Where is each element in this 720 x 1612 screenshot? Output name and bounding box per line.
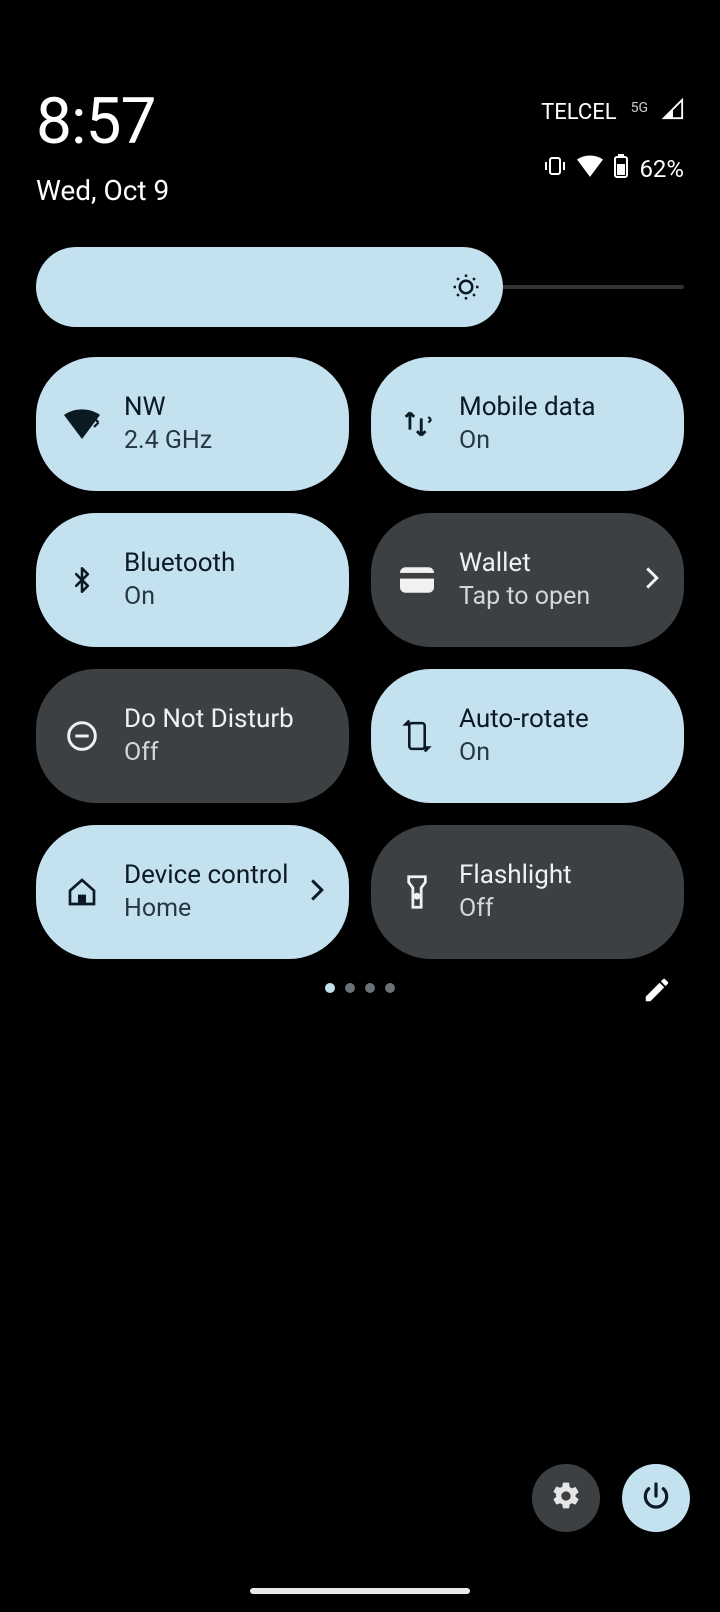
- wifi-status-icon: [577, 155, 603, 183]
- clock-time[interactable]: 8:57: [36, 90, 169, 154]
- tile-title: Wallet: [459, 548, 624, 579]
- settings-button[interactable]: [532, 1464, 600, 1532]
- battery-icon: [613, 154, 629, 184]
- page-dot: [345, 983, 355, 993]
- tile-dnd[interactable]: Do Not Disturb Off: [36, 669, 349, 803]
- power-icon: [640, 1480, 672, 1516]
- status-icons-row: 62%: [543, 154, 684, 184]
- tile-wallet[interactable]: Wallet Tap to open: [371, 513, 684, 647]
- tile-subtitle: On: [459, 738, 660, 768]
- clock-date[interactable]: Wed, Oct 9: [36, 174, 169, 207]
- tile-title: NW: [124, 392, 325, 423]
- brightness-fill: [36, 247, 503, 327]
- status-right: TELCEL 5G 62%: [541, 90, 684, 207]
- quick-settings-grid: NW 2.4 GHz Mobile data On Bluetooth On: [36, 357, 684, 959]
- tile-subtitle: Tap to open: [459, 582, 624, 612]
- tile-title: Auto-rotate: [459, 704, 660, 735]
- brightness-slider[interactable]: [36, 247, 684, 327]
- tile-subtitle: Off: [459, 894, 660, 924]
- home-icon: [60, 876, 104, 908]
- tile-title: Bluetooth: [124, 548, 325, 579]
- dnd-icon: [60, 720, 104, 752]
- status-header: 8:57 Wed, Oct 9 TELCEL 5G 62%: [0, 0, 720, 207]
- vibrate-icon: [543, 154, 567, 184]
- power-button[interactable]: [622, 1464, 690, 1532]
- edit-tiles-button[interactable]: [642, 975, 672, 1009]
- status-left: 8:57 Wed, Oct 9: [36, 90, 169, 207]
- wifi-icon: [60, 409, 104, 439]
- page-dots[interactable]: [325, 983, 395, 993]
- carrier-row: TELCEL 5G: [541, 98, 684, 126]
- flashlight-icon: [395, 874, 439, 910]
- tile-subtitle: 2.4 GHz: [124, 426, 325, 456]
- mobile-data-icon: [395, 407, 439, 441]
- chevron-right-icon: [309, 878, 325, 906]
- tile-title: Mobile data: [459, 392, 660, 423]
- tile-mobile-data[interactable]: Mobile data On: [371, 357, 684, 491]
- tile-flashlight[interactable]: Flashlight Off: [371, 825, 684, 959]
- bluetooth-icon: [60, 562, 104, 598]
- tile-subtitle: On: [124, 582, 325, 612]
- page-dot: [325, 983, 335, 993]
- pagination-row: [0, 983, 720, 1023]
- battery-percent: 62%: [639, 155, 684, 183]
- tile-subtitle: Off: [124, 738, 325, 768]
- tile-bluetooth[interactable]: Bluetooth On: [36, 513, 349, 647]
- tile-title: Do Not Disturb: [124, 704, 325, 735]
- bottom-actions: [532, 1464, 690, 1532]
- tile-autorotate[interactable]: Auto-rotate On: [371, 669, 684, 803]
- gear-icon: [550, 1480, 582, 1516]
- navigation-bar-handle[interactable]: [250, 1588, 470, 1594]
- page-dot: [365, 983, 375, 993]
- tile-device-controls[interactable]: Device control Home: [36, 825, 349, 959]
- tile-title: Device control: [124, 860, 289, 891]
- tile-subtitle: On: [459, 426, 660, 456]
- page-dot: [385, 983, 395, 993]
- network-type: 5G: [631, 100, 648, 116]
- wallet-icon: [395, 567, 439, 593]
- tile-wifi[interactable]: NW 2.4 GHz: [36, 357, 349, 491]
- brightness-icon: [451, 272, 481, 302]
- cellular-signal-icon: [662, 98, 684, 126]
- tile-subtitle: Home: [124, 894, 289, 924]
- tile-title: Flashlight: [459, 860, 660, 891]
- carrier-name: TELCEL: [541, 100, 616, 125]
- autorotate-icon: [395, 718, 439, 754]
- chevron-right-icon: [644, 566, 660, 594]
